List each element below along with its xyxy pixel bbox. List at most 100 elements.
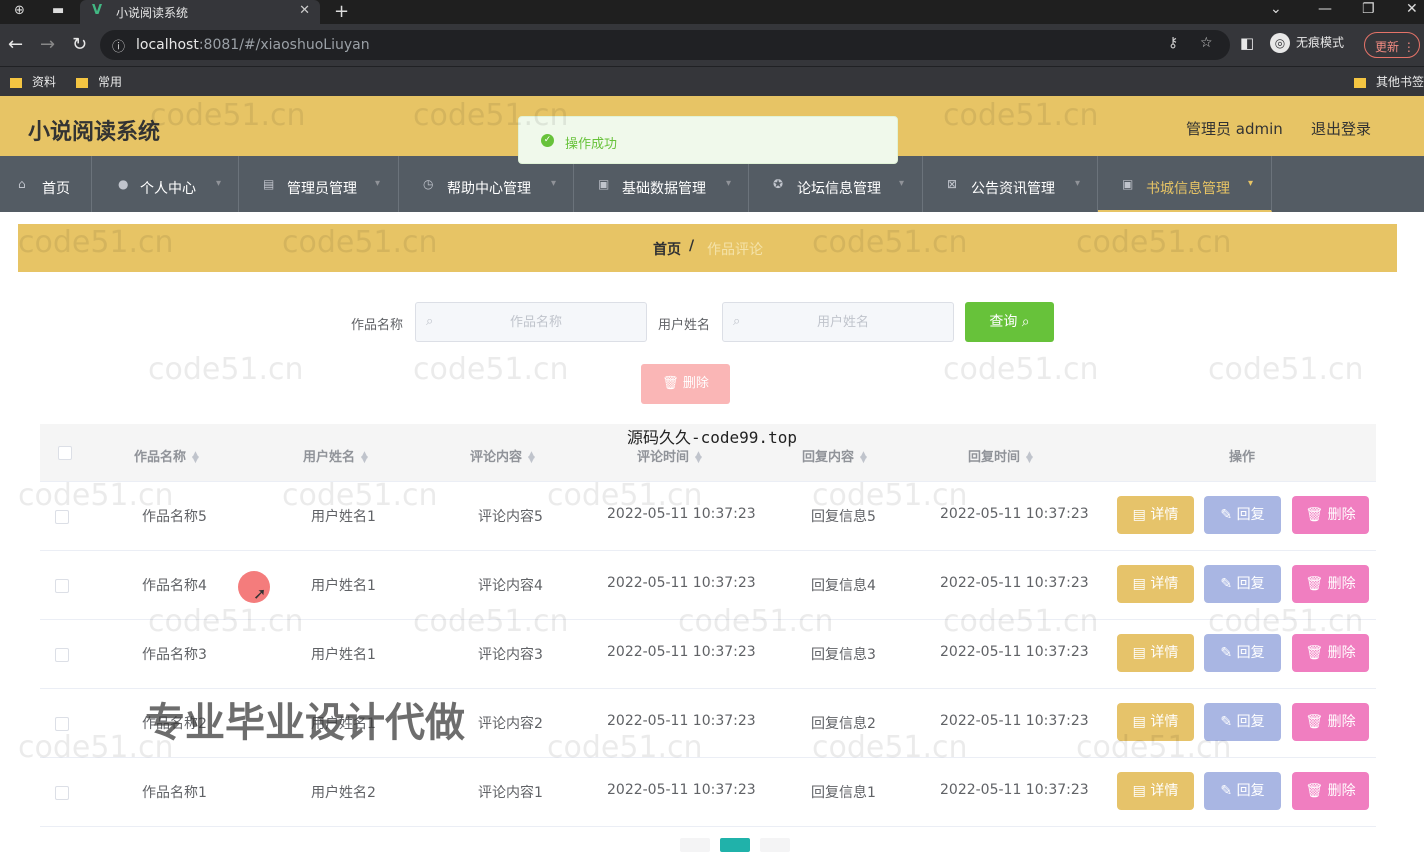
user-name-label: 用户姓名 xyxy=(658,318,711,333)
menu-item-help[interactable]: ◷ 帮助中心管理 ▾ xyxy=(399,156,574,212)
reply-button[interactable]: ✎ 回复 xyxy=(1204,772,1281,810)
site-info-icon[interactable]: ⓘ xyxy=(112,36,125,55)
menu-item-forum[interactable]: ✪ 论坛信息管理 ▾ xyxy=(749,156,923,212)
watermark: code51.cn xyxy=(413,98,569,133)
delete-button[interactable]: 🗑 删除 xyxy=(1292,634,1369,672)
edit-icon: ✎ xyxy=(1220,576,1233,592)
folder-icon xyxy=(1354,77,1366,88)
cell-comment-time: 2022-05-11 10:37:23 xyxy=(607,713,756,729)
delete-button[interactable]: 🗑 删除 xyxy=(1292,703,1369,741)
pager-page-1[interactable] xyxy=(720,838,750,852)
col-header-user[interactable]: 用户姓名 ▲ ▼ xyxy=(303,446,368,465)
pager-next[interactable] xyxy=(760,838,790,852)
chevron-down-icon: ▾ xyxy=(216,178,222,189)
sort-icon: ▲ ▼ xyxy=(1026,449,1033,465)
col-header-comment[interactable]: 评论内容 ▲ ▼ xyxy=(470,446,535,465)
col-header-work[interactable]: 作品名称 ▲ ▼ xyxy=(134,446,199,465)
sort-icon: ▲ ▼ xyxy=(860,449,867,465)
menu-item-admin[interactable]: ▤ 管理员管理 ▾ xyxy=(239,156,399,212)
col-header-reply-time[interactable]: 回复时间 ▲ ▼ xyxy=(968,446,1033,465)
work-name-input[interactable] xyxy=(446,311,626,333)
cell-comment-time: 2022-05-11 10:37:23 xyxy=(607,782,756,798)
reload-icon[interactable]: ↻ xyxy=(72,34,87,55)
work-name-field[interactable]: ⌕ xyxy=(415,302,647,342)
pager-prev[interactable] xyxy=(680,838,710,852)
menu-item-home[interactable]: ⌂ 首页 xyxy=(0,156,92,212)
logout-link[interactable]: 退出登录 xyxy=(1311,118,1371,139)
delete-button[interactable]: 🗑 删除 xyxy=(1292,772,1369,810)
user-name-field[interactable]: ⌕ xyxy=(722,302,954,342)
menu-item-notice[interactable]: ⊠ 公告资讯管理 ▾ xyxy=(923,156,1098,212)
detail-button[interactable]: ▤ 详情 xyxy=(1117,496,1194,534)
cell-comment: 评论内容3 xyxy=(478,647,543,663)
sidepanel-icon[interactable]: ◧ xyxy=(1240,34,1254,52)
reply-button[interactable]: ✎ 回复 xyxy=(1204,496,1281,534)
update-button[interactable]: 更新 ⋮ xyxy=(1364,32,1420,58)
bookmark-folder-changyong[interactable]: 常用 xyxy=(76,73,122,90)
minimize-icon[interactable]: — xyxy=(1318,1,1332,17)
cell-user: 用户姓名1 xyxy=(311,647,376,663)
row-checkbox[interactable] xyxy=(55,579,69,593)
breadcrumb-home[interactable]: 首页 xyxy=(653,239,681,259)
bulk-delete-button[interactable]: 🗑 删除 xyxy=(641,364,730,404)
edit-icon: ✎ xyxy=(1220,645,1233,661)
watermark: code51.cn xyxy=(812,478,968,513)
bookmark-folder-ziliao[interactable]: 资料 xyxy=(10,73,56,90)
folder-icon xyxy=(76,77,88,88)
tab-overview-icon[interactable]: ▬ xyxy=(52,3,64,18)
breadcrumb-separator: / xyxy=(689,238,695,254)
watermark: code51.cn xyxy=(547,478,703,513)
delete-button[interactable]: 🗑 删除 xyxy=(1292,565,1369,603)
reply-button[interactable]: ✎ 回复 xyxy=(1204,634,1281,672)
delete-button[interactable]: 🗑 删除 xyxy=(1292,496,1369,534)
col-header-actions: 操作 xyxy=(1229,450,1256,465)
detail-button[interactable]: ▤ 详情 xyxy=(1117,634,1194,672)
browser-tab-strip: ⊕ ▬ V 小说阅读系统 ✕ + ⌄ — ❐ ✕ xyxy=(0,0,1424,24)
edit-icon: ✎ xyxy=(1220,714,1233,730)
globe-icon[interactable]: ⊕ xyxy=(14,3,25,18)
incognito-icon: ◎ xyxy=(1270,33,1290,53)
tab-search-icon[interactable]: ⌄ xyxy=(1270,1,1282,17)
cell-user: 用户姓名2 xyxy=(311,785,376,801)
row-checkbox[interactable] xyxy=(55,717,69,731)
key-icon[interactable]: ⚷ xyxy=(1168,35,1178,51)
select-all-checkbox[interactable] xyxy=(58,446,72,460)
row-checkbox[interactable] xyxy=(55,648,69,662)
new-tab-icon[interactable]: + xyxy=(334,1,349,22)
menu-item-basedata[interactable]: ▣ 基础数据管理 ▾ xyxy=(574,156,749,212)
bookmark-star-icon[interactable]: ☆ xyxy=(1200,35,1213,51)
detail-button[interactable]: ▤ 详情 xyxy=(1117,772,1194,810)
watermark: code51.cn xyxy=(943,604,1099,639)
detail-button[interactable]: ▤ 详情 xyxy=(1117,565,1194,603)
watermark: code51.cn xyxy=(413,604,569,639)
reply-button[interactable]: ✎ 回复 xyxy=(1204,565,1281,603)
chevron-down-icon: ▾ xyxy=(1075,178,1081,189)
trash-icon: 🗑 xyxy=(1305,645,1324,661)
col-header-comment-time[interactable]: 评论时间 ▲ ▼ xyxy=(637,446,702,465)
watermark: code51.cn xyxy=(812,730,968,765)
menu-item-bookstore[interactable]: ▣ 书城信息管理 ▾ xyxy=(1098,156,1272,212)
query-button[interactable]: 查询 ⌕ xyxy=(965,302,1054,342)
browser-tab[interactable]: V 小说阅读系统 ✕ xyxy=(80,0,320,24)
watermark: code51.cn xyxy=(413,352,569,387)
document-icon: ▤ xyxy=(1132,714,1146,730)
close-window-icon[interactable]: ✕ xyxy=(1406,1,1418,17)
forward-icon[interactable]: → xyxy=(40,34,55,55)
document-icon: ▤ xyxy=(1132,576,1146,592)
address-bar: ← → ↻ ⓘ localhost:8081/#/xiaoshuoLiuyan … xyxy=(0,24,1424,66)
watermark: code51.cn xyxy=(943,98,1099,133)
watermark: code51.cn xyxy=(18,478,174,513)
back-icon[interactable]: ← xyxy=(8,34,23,55)
bookmark-folder-other[interactable]: 其他书签 xyxy=(1354,73,1424,90)
chevron-down-icon: ▾ xyxy=(551,178,557,189)
sort-icon: ▲ ▼ xyxy=(695,449,702,465)
menu-item-personal[interactable]: ● 个人中心 ▾ xyxy=(92,156,239,212)
user-name-input[interactable] xyxy=(753,311,933,333)
incognito-indicator[interactable]: ◎ 无痕模式 xyxy=(1270,33,1344,53)
col-header-reply[interactable]: 回复内容 ▲ ▼ xyxy=(802,446,867,465)
restore-icon[interactable]: ❐ xyxy=(1362,1,1375,17)
tab-close-icon[interactable]: ✕ xyxy=(299,3,310,18)
monitor-icon: ▣ xyxy=(598,177,610,191)
url-field[interactable]: ⓘ localhost:8081/#/xiaoshuoLiuyan ⚷ ☆ xyxy=(100,30,1230,60)
row-checkbox[interactable] xyxy=(55,786,69,800)
